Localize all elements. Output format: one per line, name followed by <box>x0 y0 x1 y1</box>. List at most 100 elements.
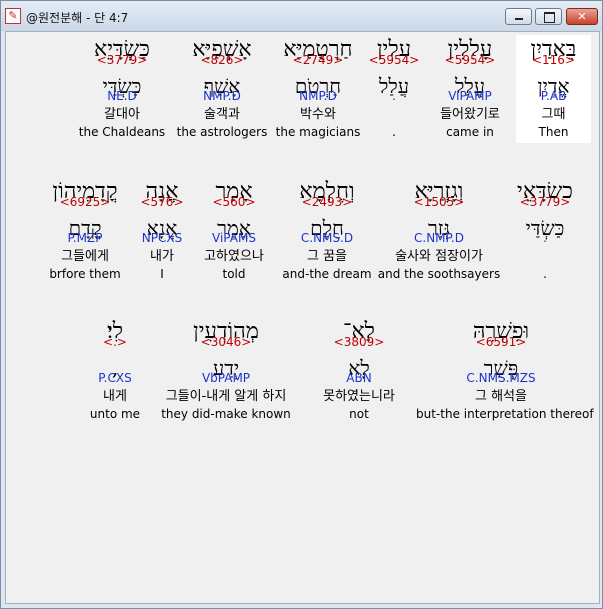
word-card[interactable]: חַרְטֻמַיָּא <2749> חַרְטֹם NMP.D 박수와 th… <box>274 35 362 143</box>
hebrew-word: מְהוֹדְעִין <box>193 319 259 344</box>
grammar-code: NPCXS <box>141 231 183 245</box>
lemma: עֲלַל <box>454 74 486 98</box>
hebrew-word: לָא־ <box>343 319 375 344</box>
hebrew-word: אָמַר <box>215 179 253 204</box>
english-gloss: . <box>392 125 396 139</box>
grammar-code: ViPAMP <box>448 89 492 103</box>
lemma: קֳדָם <box>68 216 102 240</box>
strong-number: <826> <box>200 53 244 67</box>
word-card[interactable]: וְגָזְרַיָּא <1505> גְּזַר C.NMP.D 술사와 점… <box>376 177 502 285</box>
word-card[interactable]: לִי׃ <.> , P.CXS 내게 unto me <box>84 317 146 425</box>
korean-gloss: 술사와 점장이가 <box>395 249 483 264</box>
korean-gloss: 들어왔기로 <box>440 107 500 122</box>
lemma: , <box>111 356 119 380</box>
strong-number: <1505> <box>413 195 465 209</box>
title-bar[interactable]: ✎ @원전분해 - 단 4:7 ✕ <box>1 1 602 31</box>
korean-gloss: 그때 <box>541 107 566 122</box>
lemma: פְּשַׁר <box>483 356 519 380</box>
word-card[interactable]: וּפִשְׁרֵהּ <6591> פְּשַׁר C.NMS.MZS 그 해… <box>416 317 594 425</box>
word-card[interactable]: אָשְׁפַיָּא <826> אָשַׁף NMP.D 술객과 the a… <box>176 35 268 143</box>
word-card[interactable]: וְחֶלְמָא <2493> חֵלֶם C.NMS.D 그 꿈을 and-… <box>280 177 374 285</box>
strong-number: <5954> <box>444 53 496 67</box>
grammar-code: ViPAMS <box>212 231 256 245</box>
english-gloss: the magicians <box>275 125 361 139</box>
english-gloss: not <box>349 407 369 421</box>
strong-number: <6591> <box>475 335 527 349</box>
grammar-code: . <box>543 231 547 245</box>
lemma: חַרְטֹם <box>294 74 342 98</box>
lemma: גְּזַר <box>427 216 450 240</box>
app-window: ✎ @원전분해 - 단 4:7 ✕ בֵּאדַיִן <116> אֱדַיִ… <box>0 0 603 609</box>
hebrew-word: כשׂדָּאֵי <box>517 179 573 204</box>
english-gloss: the astrologers <box>176 125 268 139</box>
strong-number: <5954> <box>368 53 420 67</box>
grammar-code: NMP.D <box>299 89 337 103</box>
korean-gloss: 술객과 <box>204 107 240 122</box>
english-gloss: brfore them <box>49 267 121 281</box>
hebrew-word: חַרְטֻמַיָּא <box>283 37 353 62</box>
lemma: יְדַע <box>212 356 240 380</box>
grammar-code: C.NMS.D <box>300 231 354 245</box>
word-card[interactable]: כַּשְׂדָּיֵא <3779> כַּשְׂדַּי NE.D 갈대아 … <box>78 35 166 143</box>
close-button[interactable]: ✕ <box>566 8 598 25</box>
english-gloss: I <box>160 267 164 281</box>
maximize-button[interactable] <box>535 8 562 25</box>
word-card[interactable]: אֲנָה <576> אֲנָא NPCXS 내가 I <box>134 177 190 285</box>
korean-gloss <box>362 107 426 125</box>
korean-gloss: 내게 <box>103 389 127 404</box>
lemma: לָא <box>348 356 370 380</box>
word-card[interactable]: קֳדָמֵיהוֹן <6925> קֳדָם P.MZP 그들에게 brfo… <box>38 177 132 285</box>
grammar-code: C.NMS.MZS <box>466 371 536 385</box>
lemma: אֲנָא <box>146 216 178 240</box>
word-card[interactable]: לָא־ <3809> לָא ABN 못하였는니라 not <box>310 317 408 425</box>
english-gloss: and-the dream <box>282 267 372 281</box>
strong-number: <560> <box>212 195 256 209</box>
grammar-code: P.CXS <box>98 371 132 385</box>
korean-gloss: 내가 <box>150 249 174 264</box>
lemma: אֲמַר <box>217 216 251 240</box>
english-gloss: came in <box>446 125 494 139</box>
hebrew-word: כַּשְׂדָּיֵא <box>94 37 150 62</box>
hebrew-word: וְגָזְרַיָּא <box>414 179 464 204</box>
lemma: כַּשְׂדַּי <box>102 74 142 98</box>
english-gloss: unto me <box>89 407 141 421</box>
korean-gloss: 그들이-내게 알게 하지 <box>165 389 287 404</box>
grammar-code: P.MZP <box>67 231 103 245</box>
english-gloss: but-the interpretation thereof <box>416 407 594 421</box>
strong-number: <2493> <box>301 195 353 209</box>
word-card[interactable]: מְהוֹדְעִין <3046> יְדַע VbPAMP 그들이-내게 알… <box>148 317 304 425</box>
verse-row-1: בֵּאדַיִן <116> אֱדַיִן P.AB 그때 Then עָל… <box>6 35 601 165</box>
app-logo-icon[interactable]: ✎ <box>5 8 21 24</box>
minimize-button[interactable] <box>505 8 532 25</box>
hebrew-word: אֲנָה <box>145 179 179 204</box>
korean-gloss: 고하였으나 <box>204 249 264 264</box>
word-card[interactable]: עלין <5954> עֲלַל . . <box>362 35 426 143</box>
grammar-code: . <box>392 89 396 103</box>
word-card[interactable]: בֵּאדַיִן <116> אֱדַיִן P.AB 그때 Then <box>516 35 591 143</box>
lemma: אָשַׁף <box>203 74 241 98</box>
korean-gloss: 갈대아 <box>104 107 140 122</box>
window-title: @원전분해 - 단 4:7 <box>26 11 129 25</box>
hebrew-word: עלין <box>376 37 412 62</box>
english-gloss: and the soothsayers <box>377 267 501 281</box>
english-gloss: Then <box>538 125 569 139</box>
minimize-icon <box>515 18 523 20</box>
english-gloss: told <box>222 267 246 281</box>
hebrew-word: עָלִלִין <box>447 37 493 62</box>
grammar-code: NE.D <box>107 89 137 103</box>
korean-gloss: 못하였는니라 <box>323 389 395 404</box>
korean-gloss: 그 해석을 <box>475 389 527 404</box>
lemma: כַּשְׂדַּי <box>525 216 565 240</box>
word-card[interactable]: אָמַר <560> אֲמַר ViPAMS 고하였으나 told <box>192 177 276 285</box>
hebrew-word: וְחֶלְמָא <box>299 179 355 204</box>
hebrew-word: קֳדָמֵיהוֹן <box>52 179 118 204</box>
hebrew-word: לִי׃ <box>106 319 124 344</box>
word-card[interactable]: כשׂדָּאֵי <3779> כַּשְׂדַּי . . <box>504 177 586 285</box>
grammar-code: ABN <box>346 371 372 385</box>
verse-row-2: כשׂדָּאֵי <3779> כַּשְׂדַּי . . וְגָזְרַ… <box>6 177 601 307</box>
korean-gloss: 박수와 <box>300 107 336 122</box>
english-gloss: . <box>543 267 547 281</box>
word-card[interactable]: עָלִלִין <5954> עֲלַל ViPAMP 들어왔기로 came … <box>430 35 510 143</box>
verse-row-3: וּפִשְׁרֵהּ <6591> פְּשַׁר C.NMS.MZS 그 해… <box>6 317 601 447</box>
lemma: חֵלֶם <box>310 216 344 240</box>
